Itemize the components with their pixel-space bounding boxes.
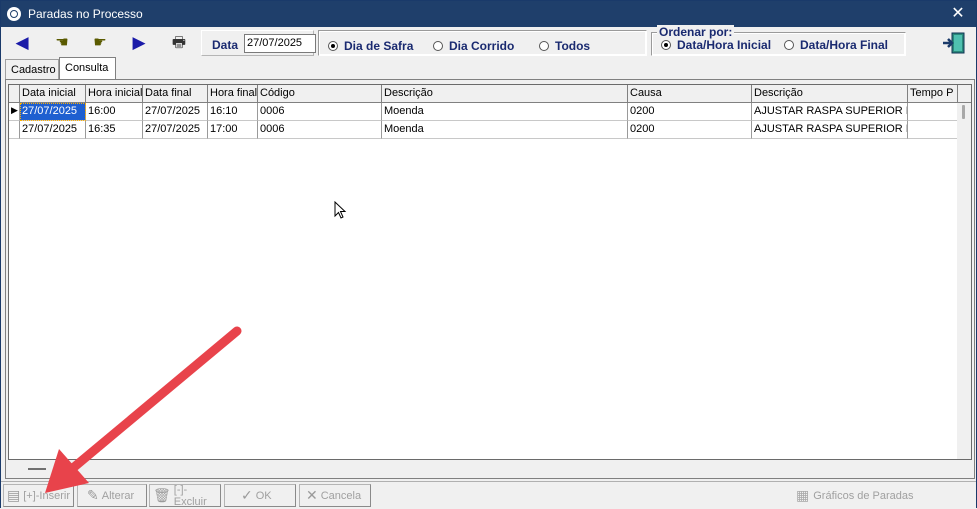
app-icon: [7, 7, 21, 21]
cancela-label: Cancela: [320, 489, 362, 502]
graficos-label: Gráficos de Paradas: [813, 489, 914, 502]
row-indicator: [9, 121, 20, 139]
cell-causa[interactable]: 0200: [628, 103, 752, 121]
insert-icon: ▤: [7, 487, 21, 503]
ok-label: OK: [255, 489, 272, 502]
header-indicator: [9, 85, 20, 103]
radio-dot-selected: [328, 41, 338, 51]
excluir-label: [-]-Excluir: [173, 483, 207, 508]
table-row[interactable]: ▶ 27/07/2025 16:00 27/07/2025 16:10 0006…: [9, 103, 971, 121]
bottom-action-bar: ▤ [+]-Inserir ✎ Alterar 🗑 [-]-Excluir ✓ …: [1, 481, 976, 508]
chart-icon: ▦: [796, 487, 810, 503]
window-title: Paradas no Processo: [28, 7, 143, 21]
cell-tempo[interactable]: [908, 103, 958, 121]
trash-icon: 🗑: [153, 487, 171, 503]
radio-dia-de-safra[interactable]: Dia de Safra: [328, 39, 413, 53]
alterar-label: Alterar: [101, 489, 135, 502]
inserir-label: [+]-Inserir: [23, 489, 70, 502]
horizontal-scrollbar[interactable]: [8, 462, 972, 476]
cell-descricao-causa[interactable]: AJUSTAR RASPA SUPERIOR I: [752, 103, 908, 121]
vertical-scrollbar[interactable]: [957, 103, 971, 459]
first-record-arrow-icon[interactable]: ◀: [9, 32, 35, 54]
cancela-button[interactable]: ✕ Cancela: [299, 484, 371, 507]
radio-label: Todos: [555, 39, 591, 53]
tab-cadastro[interactable]: Cadastro: [5, 59, 59, 79]
cell-descricao-causa[interactable]: AJUSTAR RASPA SUPERIOR I: [752, 121, 908, 139]
close-icon[interactable]: ✕: [948, 4, 968, 24]
cell-causa[interactable]: 0200: [628, 121, 752, 139]
radio-label: Dia Corrido: [449, 39, 515, 53]
header-tempo[interactable]: Tempo P: [908, 85, 958, 103]
mouse-cursor-icon: [334, 201, 347, 219]
header-hora-final[interactable]: Hora final: [208, 85, 258, 103]
previous-hand-icon[interactable]: ☚: [49, 32, 75, 54]
records-grid[interactable]: Data inicial Hora inicial Data final Hor…: [8, 84, 972, 460]
radio-todos[interactable]: Todos: [539, 39, 590, 53]
header-descricao-causa[interactable]: Descrição: [752, 85, 908, 103]
radio-label: Data/Hora Final: [800, 38, 889, 52]
radio-order-final[interactable]: Data/Hora Final: [784, 38, 888, 52]
cell-data-final[interactable]: 27/07/2025: [143, 121, 208, 139]
header-descricao[interactable]: Descrição: [382, 85, 628, 103]
printer-icon[interactable]: 🖶: [166, 32, 192, 54]
cell-descricao[interactable]: Moenda: [382, 121, 628, 139]
header-data-final[interactable]: Data final: [143, 85, 208, 103]
radio-dot-selected: [661, 40, 671, 50]
toolbar: ◀ ☚ ☛ ▶ 🖶 Data 27/07/2025 Dia de Safra D…: [1, 27, 976, 59]
radio-dot: [433, 41, 443, 51]
exit-door-icon[interactable]: [941, 31, 967, 55]
header-codigo[interactable]: Código: [258, 85, 382, 103]
cell-data-inicial[interactable]: 27/07/2025: [20, 103, 86, 121]
radio-label: Data/Hora Inicial: [677, 38, 772, 52]
cell-hora-final[interactable]: 17:00: [208, 121, 258, 139]
radio-dot: [784, 40, 794, 50]
vertical-scroll-thumb[interactable]: [962, 105, 965, 119]
cell-codigo[interactable]: 0006: [258, 103, 382, 121]
cell-hora-inicial[interactable]: 16:00: [86, 103, 143, 121]
cell-data-final[interactable]: 27/07/2025: [143, 103, 208, 121]
radio-dia-corrido[interactable]: Dia Corrido: [433, 39, 514, 53]
consulta-panel: Data inicial Hora inicial Data final Hor…: [5, 79, 975, 479]
date-label: Data: [212, 38, 239, 52]
ok-button[interactable]: ✓ OK: [224, 484, 296, 507]
cell-tempo[interactable]: [908, 121, 958, 139]
cell-codigo[interactable]: 0006: [258, 121, 382, 139]
check-icon: ✓: [241, 487, 253, 503]
last-record-arrow-icon[interactable]: ▶: [126, 32, 152, 54]
row-indicator-icon: ▶: [9, 103, 20, 121]
next-hand-icon[interactable]: ☛: [87, 32, 113, 54]
order-legend: Ordenar por:: [657, 25, 735, 39]
cancel-x-icon: ✕: [306, 487, 318, 503]
excluir-button[interactable]: 🗑 [-]-Excluir: [149, 483, 221, 508]
graficos-button[interactable]: ▦ Gráficos de Paradas: [796, 485, 914, 506]
title-bar: Paradas no Processo ✕: [1, 1, 976, 27]
date-input[interactable]: 27/07/2025: [244, 34, 316, 53]
main-window: Paradas no Processo ✕ ◀ ☚ ☛ ▶ 🖶 Data 27/…: [0, 0, 977, 508]
table-row[interactable]: 27/07/2025 16:35 27/07/2025 17:00 0006 M…: [9, 121, 971, 139]
cell-data-inicial[interactable]: 27/07/2025: [20, 121, 86, 139]
radio-dot: [539, 41, 549, 51]
header-data-inicial[interactable]: Data inicial: [20, 85, 86, 103]
alterar-button[interactable]: ✎ Alterar: [77, 484, 147, 507]
cell-hora-final[interactable]: 16:10: [208, 103, 258, 121]
horizontal-scroll-thumb[interactable]: [28, 468, 46, 470]
inserir-button[interactable]: ▤ [+]-Inserir: [3, 484, 74, 507]
cell-descricao[interactable]: Moenda: [382, 103, 628, 121]
header-causa[interactable]: Causa: [628, 85, 752, 103]
grid-header: Data inicial Hora inicial Data final Hor…: [9, 85, 971, 103]
cell-hora-inicial[interactable]: 16:35: [86, 121, 143, 139]
date-filter: Data 27/07/2025: [201, 30, 316, 56]
radio-order-inicial[interactable]: Data/Hora Inicial: [661, 38, 771, 52]
tab-consulta[interactable]: Consulta: [59, 57, 116, 80]
edit-icon: ✎: [87, 487, 99, 503]
radio-label: Dia de Safra: [344, 39, 414, 53]
header-hora-inicial[interactable]: Hora inicial: [86, 85, 143, 103]
